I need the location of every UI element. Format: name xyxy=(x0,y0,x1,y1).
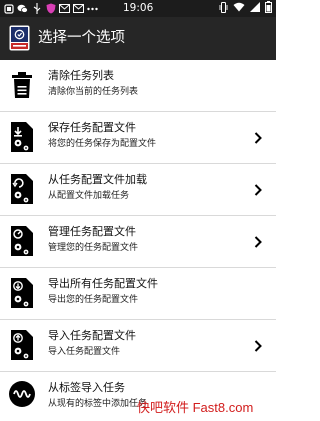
menu-item-subtitle: 管理您的任务配置文件 xyxy=(48,243,139,253)
menu-item-title: 从标签导入任务 xyxy=(48,381,125,394)
menu-item-title: 导入任务配置文件 xyxy=(48,329,136,342)
usb-icon xyxy=(31,3,42,14)
menu-item-load-profile[interactable]: 从任务配置文件加载 从配置文件加载任务 xyxy=(0,164,276,216)
chevron-right-icon xyxy=(254,129,262,144)
chevron-right-icon xyxy=(254,181,262,196)
wifi-icon xyxy=(233,2,245,15)
system-icons xyxy=(219,1,272,16)
manage-profile-icon xyxy=(10,225,34,257)
mail-icon xyxy=(59,3,70,14)
menu-item-export-profiles[interactable]: 导出所有任务配置文件 导出您的任务配置文件 xyxy=(0,268,276,320)
menu-item-subtitle: 从现有的标签中添加任务 xyxy=(48,399,148,409)
vibrate-icon xyxy=(219,1,228,16)
signal-icon xyxy=(250,2,260,15)
status-bar: 19:06 xyxy=(0,0,276,17)
app-bar: 选择一个选项 xyxy=(0,17,276,60)
menu-item-subtitle: 从配置文件加载任务 xyxy=(48,191,130,201)
status-time: 19:06 xyxy=(123,2,154,14)
menu-item-title: 清除任务列表 xyxy=(48,69,114,82)
app-logo-icon[interactable] xyxy=(9,25,30,51)
page-title: 选择一个选项 xyxy=(38,30,125,46)
menu-item-clear-tasks[interactable]: 清除任务列表 清除你当前的任务列表 xyxy=(0,60,276,112)
menu-item-subtitle: 导入任务配置文件 xyxy=(48,347,121,357)
app-icon xyxy=(3,3,14,14)
menu-item-title: 保存任务配置文件 xyxy=(48,121,136,134)
menu-list: 清除任务列表 清除你当前的任务列表 保存任务配置文件 将您的任务保存为配置文件 xyxy=(0,60,276,421)
save-profile-icon xyxy=(10,121,34,153)
export-profile-icon xyxy=(10,277,34,309)
menu-item-subtitle: 清除你当前的任务列表 xyxy=(48,87,139,97)
chevron-right-icon xyxy=(254,337,262,352)
trash-icon xyxy=(10,69,34,101)
ellipsis-icon xyxy=(87,3,98,14)
mail-icon xyxy=(73,3,84,14)
load-profile-icon xyxy=(10,173,34,205)
wechat-icon xyxy=(17,3,28,14)
menu-item-import-profiles[interactable]: 导入任务配置文件 导入任务配置文件 xyxy=(0,320,276,372)
menu-item-title: 管理任务配置文件 xyxy=(48,225,136,238)
menu-item-subtitle: 将您的任务保存为配置文件 xyxy=(48,139,157,149)
shield-icon xyxy=(45,3,56,14)
import-profile-icon xyxy=(10,329,34,361)
battery-icon xyxy=(265,1,272,16)
chevron-right-icon xyxy=(254,233,262,248)
menu-item-manage-profiles[interactable]: 管理任务配置文件 管理您的任务配置文件 xyxy=(0,216,276,268)
menu-item-save-profile[interactable]: 保存任务配置文件 将您的任务保存为配置文件 xyxy=(0,112,276,164)
menu-item-title: 导出所有任务配置文件 xyxy=(48,277,158,290)
menu-item-title: 从任务配置文件加载 xyxy=(48,173,147,186)
menu-item-subtitle: 导出您的任务配置文件 xyxy=(48,295,139,305)
watermark: 快吧软件 Fast8.com xyxy=(137,400,254,415)
nfc-tag-icon xyxy=(8,380,36,408)
notification-icons xyxy=(3,2,98,15)
